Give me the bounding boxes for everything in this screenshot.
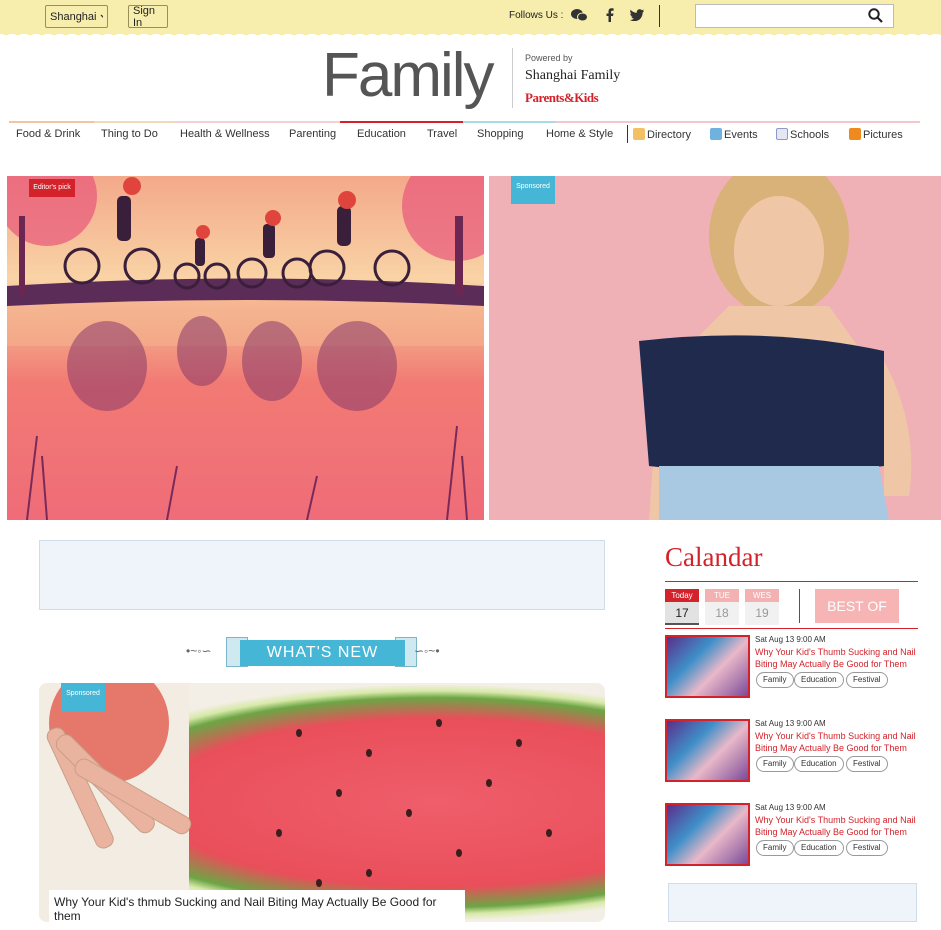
calendar-divider [799, 589, 800, 623]
nav-divider [627, 125, 628, 143]
calendar-title: Calandar [665, 542, 763, 572]
sponsored-badge: Sponsored [61, 683, 105, 711]
event-date: Sat Aug 13 9:00 AM [755, 719, 826, 728]
facebook-icon[interactable] [605, 8, 614, 22]
watermelon-photo [39, 683, 552, 922]
search-input[interactable] [696, 5, 861, 27]
woman-portrait-photo [639, 176, 912, 520]
article-card-title[interactable]: Why Your Kid's thmub Sucking and Nail Bi… [49, 890, 465, 930]
nav-item-education[interactable]: Education [357, 128, 406, 140]
events-icon [710, 128, 722, 140]
nav-tool-events[interactable]: Events [710, 128, 758, 141]
event-thumbnail[interactable] [665, 719, 750, 782]
ad-banner[interactable] [39, 540, 605, 610]
brand-sub-logo: Parents&Kids [525, 90, 599, 105]
pictures-label: Pictures [863, 129, 903, 141]
event-tag[interactable]: Festival [846, 756, 888, 772]
nav-underline [9, 121, 94, 123]
event-tag[interactable]: Education [794, 672, 844, 688]
nav-item-parenting[interactable]: Parenting [289, 128, 336, 140]
event-thumbnail[interactable] [665, 803, 750, 866]
top-bar-scallop [0, 30, 941, 38]
nav-underline [174, 121, 340, 123]
nav-underline [556, 121, 920, 123]
nav-item-shopping[interactable]: Shopping [477, 128, 524, 140]
event-tag[interactable]: Family [756, 672, 794, 688]
event-title[interactable]: Why Your Kid's Thumb Sucking and Nail Bi… [755, 646, 925, 670]
twitter-icon[interactable] [630, 9, 644, 21]
sign-in-label: Sign In [133, 4, 156, 29]
best-of-button[interactable]: BEST OF [815, 589, 899, 623]
hero-feature-left[interactable]: Editor's pick [7, 176, 484, 520]
events-label: Events [724, 129, 758, 141]
article-card[interactable]: Sponsored [39, 683, 605, 922]
calendar-rule [665, 581, 918, 582]
calendar-rule [665, 628, 918, 629]
search-icon[interactable] [868, 8, 883, 23]
event-title[interactable]: Why Your Kid's Thumb Sucking and Nail Bi… [755, 814, 925, 838]
schools-label: Schools [790, 129, 830, 141]
event-date: Sat Aug 13 9:00 AM [755, 803, 826, 812]
cycling-family-illustration [7, 176, 484, 520]
pictures-icon [849, 128, 861, 140]
nav-item-food-drink[interactable]: Food & Drink [16, 128, 80, 140]
event-date: Sat Aug 13 9:00 AM [755, 635, 826, 644]
day-label: TUE [705, 589, 739, 602]
brand-name: Shanghai Family [525, 68, 621, 83]
calendar-day-tue[interactable]: TUE 18 [705, 589, 739, 625]
logo-divider [512, 48, 513, 108]
editors-pick-badge: Editor's pick [29, 179, 75, 197]
powered-by-label: Powered by [525, 53, 573, 63]
city-label: Shanghai [50, 10, 97, 23]
event-tag[interactable]: Education [794, 840, 844, 856]
nav-item-things-to-do[interactable]: Thing to Do [101, 128, 158, 140]
schools-icon [776, 128, 788, 140]
nav-tool-directory[interactable]: Directory [633, 128, 691, 141]
event-thumbnail[interactable] [665, 635, 750, 698]
event-tag[interactable]: Family [756, 840, 794, 856]
ornament-right: ∽◦~• [414, 644, 440, 658]
whats-new-banner: WHAT'S NEW [240, 640, 405, 666]
nav-tool-pictures[interactable]: Pictures [849, 128, 903, 141]
event-tag[interactable]: Festival [846, 840, 888, 856]
follows-label: Follows Us : [509, 10, 564, 21]
chevron-down-icon [100, 14, 103, 18]
nav-item-health-wellness[interactable]: Health & Wellness [180, 128, 270, 140]
nav-tool-schools[interactable]: Schools [776, 128, 829, 141]
hero-feature-right[interactable]: Sponsored [489, 176, 941, 520]
event-tag[interactable]: Family [756, 756, 794, 772]
search-box [695, 4, 894, 28]
nav-item-home-style[interactable]: Home & Style [546, 128, 613, 140]
day-number: 18 [705, 602, 739, 625]
day-label: WES [745, 589, 779, 602]
site-logo[interactable]: Family [322, 40, 495, 111]
day-number: 19 [745, 602, 779, 625]
day-label: Today [665, 589, 699, 602]
day-number: 17 [665, 602, 699, 625]
nav-underline [94, 121, 174, 123]
event-tag[interactable]: Festival [846, 672, 888, 688]
city-selector[interactable]: Shanghai [45, 5, 108, 28]
sidebar-ad[interactable] [668, 883, 917, 922]
sponsored-badge: Sponsored [511, 176, 555, 204]
event-title[interactable]: Why Your Kid's Thumb Sucking and Nail Bi… [755, 730, 925, 754]
nav-underline [463, 121, 556, 123]
calendar-day-wed[interactable]: WES 19 [745, 589, 779, 625]
ornament-left: •~◦∽ [186, 644, 212, 658]
directory-label: Directory [647, 129, 692, 141]
nav-item-travel[interactable]: Travel [427, 128, 457, 140]
calendar-day-today[interactable]: Today 17 [665, 589, 699, 625]
event-tag[interactable]: Education [794, 756, 844, 772]
sign-in-button[interactable]: Sign In [128, 4, 168, 29]
topbar-divider [659, 5, 660, 27]
directory-icon [633, 128, 645, 140]
wechat-icon[interactable] [571, 8, 588, 22]
nav-underline-active [340, 121, 463, 123]
